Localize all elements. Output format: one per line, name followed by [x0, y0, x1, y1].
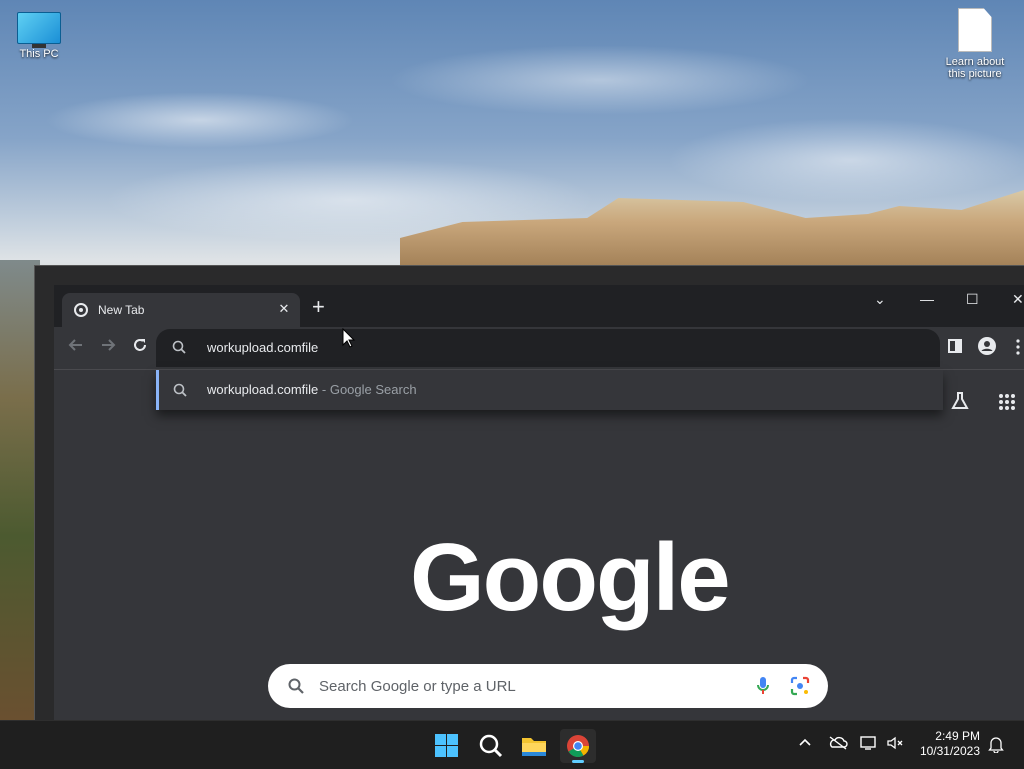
- search-icon: [172, 340, 186, 359]
- taskbar-clock[interactable]: 2:49 PM 10/31/2023: [920, 729, 980, 759]
- reload-icon[interactable]: [132, 337, 148, 358]
- omnibox-suggestion[interactable]: workupload.comfile - Google Search: [156, 370, 943, 410]
- chrome-favicon-icon: [74, 303, 88, 317]
- tab-title: New Tab: [98, 303, 145, 317]
- maximize-button[interactable]: ☐: [966, 291, 979, 308]
- chevron-up-icon[interactable]: [798, 735, 812, 752]
- volume-muted-icon[interactable]: [886, 735, 904, 754]
- google-apps-icon[interactable]: [998, 393, 1016, 416]
- google-search-box[interactable]: Search Google or type a URL: [268, 664, 828, 708]
- mouse-cursor-icon: [342, 327, 356, 353]
- google-logo: Google: [410, 524, 731, 631]
- forward-icon[interactable]: [100, 337, 116, 358]
- suggestion-query: workupload.comfile: [207, 382, 319, 397]
- taskbar: 2:49 PM 10/31/2023: [0, 720, 1024, 769]
- tab-new-tab[interactable]: New Tab ✕: [62, 293, 300, 327]
- file-explorer-icon[interactable]: [516, 729, 552, 763]
- clock-time: 2:49 PM: [935, 729, 980, 743]
- new-tab-button[interactable]: +: [312, 296, 325, 318]
- search-icon: [173, 383, 187, 402]
- document-icon: [958, 8, 992, 52]
- desktop-icon-label: Learn about this picture: [945, 56, 1005, 80]
- tab-strip: New Tab ✕ + ⌄ — ☐ ✕: [54, 285, 1024, 327]
- start-button[interactable]: [428, 729, 464, 763]
- close-window-button[interactable]: ✕: [1012, 291, 1024, 308]
- tab-close-icon[interactable]: ✕: [276, 301, 292, 317]
- side-panel-icon[interactable]: [948, 339, 962, 358]
- profile-avatar-icon[interactable]: [978, 337, 996, 360]
- labs-icon[interactable]: [950, 391, 970, 416]
- back-icon[interactable]: [68, 337, 84, 358]
- address-bar[interactable]: workupload.comfile: [156, 329, 940, 367]
- desktop-icon-learn-about-picture[interactable]: Learn about this picture: [938, 8, 1012, 80]
- clock-date: 10/31/2023: [919, 744, 980, 758]
- search-placeholder: Search Google or type a URL: [319, 678, 516, 695]
- monitor-icon: [17, 12, 61, 48]
- google-lens-icon[interactable]: [790, 676, 810, 701]
- desktop-icon-label: This PC: [19, 48, 59, 60]
- network-icon[interactable]: [860, 735, 878, 754]
- search-taskbar-button[interactable]: [472, 729, 508, 763]
- menu-kebab-icon[interactable]: [1016, 339, 1020, 360]
- suggestion-label: workupload.comfile - Google Search: [207, 382, 417, 397]
- chrome-taskbar-icon[interactable]: [560, 729, 596, 763]
- tab-search-icon[interactable]: ⌄: [874, 291, 886, 308]
- desktop-icon-this-pc[interactable]: This PC: [4, 12, 74, 60]
- chrome-window: New Tab ✕ + ⌄ — ☐ ✕ workupload.comfile w…: [54, 285, 1024, 723]
- notification-bell-icon[interactable]: [988, 735, 1004, 756]
- address-bar-text: workupload.comfile: [207, 340, 319, 355]
- minimize-button[interactable]: —: [920, 291, 934, 307]
- suggestion-suffix: - Google Search: [318, 382, 417, 397]
- search-icon: [288, 678, 304, 699]
- microphone-icon[interactable]: [756, 676, 770, 701]
- onedrive-icon[interactable]: [828, 735, 848, 754]
